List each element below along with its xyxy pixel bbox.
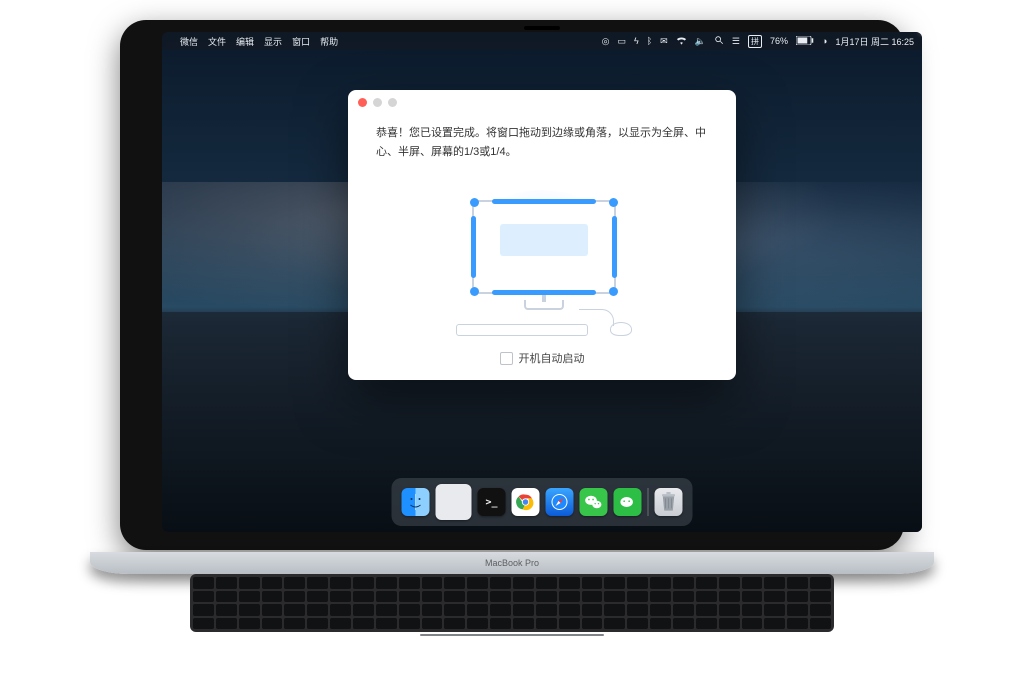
status-wechat-icon[interactable]: ✉ bbox=[660, 36, 668, 47]
mouse-cable-icon bbox=[579, 309, 614, 326]
status-dnd-icon[interactable]: ◑ bbox=[822, 36, 827, 46]
keyboard-icon bbox=[456, 324, 588, 336]
dialog-footer: 开机自动启动 bbox=[348, 350, 736, 366]
menubar: 微信 文件 编辑 显示 窗口 帮助 ◎ ▭ ϟ ᛒ ✉ 🔈 bbox=[162, 32, 922, 50]
screen-bezel: 微信 文件 编辑 显示 窗口 帮助 ◎ ▭ ϟ ᛒ ✉ 🔈 bbox=[120, 20, 904, 550]
status-tray-icon[interactable]: ▭ bbox=[617, 36, 626, 47]
setup-complete-dialog: 恭喜！您已设置完成。将窗口拖动到边缘或角落，以显示为全屏、中心、半屏、屏幕的1/… bbox=[348, 90, 736, 380]
minimize-button[interactable] bbox=[373, 98, 382, 107]
menu-edit[interactable]: 编辑 bbox=[236, 35, 254, 48]
autostart-label: 开机自动启动 bbox=[519, 350, 585, 366]
menu-file[interactable]: 文件 bbox=[208, 35, 226, 48]
window-traffic-lights bbox=[358, 98, 397, 107]
camera-notch bbox=[524, 26, 560, 30]
physical-keyboard bbox=[190, 574, 834, 632]
status-siri-icon[interactable]: ◎ bbox=[602, 36, 610, 47]
status-search-icon[interactable] bbox=[714, 35, 724, 47]
physical-trackpad bbox=[420, 634, 604, 636]
zoom-button[interactable] bbox=[388, 98, 397, 107]
laptop-base: MacBook Pro bbox=[90, 538, 934, 648]
dock-chrome-icon[interactable] bbox=[512, 488, 540, 516]
dock-safari-icon[interactable] bbox=[546, 488, 574, 516]
menu-window[interactable]: 窗口 bbox=[292, 35, 310, 48]
status-datetime[interactable]: 1月17日 周二 16:25 bbox=[835, 35, 914, 48]
monitor-icon bbox=[472, 200, 616, 294]
dialog-message: 恭喜！您已设置完成。将窗口拖动到边缘或角落，以显示为全屏、中心、半屏、屏幕的1/… bbox=[376, 124, 708, 161]
dock-terminal-icon[interactable]: >_ bbox=[478, 488, 506, 516]
dock-trash-icon[interactable] bbox=[655, 488, 683, 516]
dock-launchpad-icon[interactable] bbox=[436, 484, 472, 520]
dialog-illustration bbox=[348, 186, 736, 336]
laptop-model-label: MacBook Pro bbox=[90, 552, 934, 574]
status-control-center-icon[interactable]: ☰ bbox=[732, 36, 740, 47]
status-wifi-icon[interactable] bbox=[676, 36, 687, 47]
menu-help[interactable]: 帮助 bbox=[320, 35, 338, 48]
desktop-screen: 微信 文件 编辑 显示 窗口 帮助 ◎ ▭ ϟ ᛒ ✉ 🔈 bbox=[162, 32, 922, 532]
status-input-method[interactable]: 拼 bbox=[748, 35, 762, 48]
status-battery-icon[interactable] bbox=[796, 36, 814, 47]
close-button[interactable] bbox=[358, 98, 367, 107]
dock-separator bbox=[648, 488, 649, 516]
dock-wechat-work-icon[interactable] bbox=[614, 488, 642, 516]
status-battery-percent[interactable]: 76% bbox=[770, 36, 788, 46]
autostart-checkbox[interactable] bbox=[500, 352, 513, 365]
dock-wechat-icon[interactable] bbox=[580, 488, 608, 516]
mouse-icon bbox=[610, 322, 632, 336]
status-bolt-icon[interactable]: ϟ bbox=[634, 36, 639, 46]
laptop-frame: 微信 文件 编辑 显示 窗口 帮助 ◎ ▭ ϟ ᛒ ✉ 🔈 bbox=[90, 20, 934, 660]
dock-finder-icon[interactable] bbox=[402, 488, 430, 516]
menu-app[interactable]: 微信 bbox=[180, 35, 198, 48]
menu-view[interactable]: 显示 bbox=[264, 35, 282, 48]
status-bluetooth-icon[interactable]: ᛒ bbox=[647, 36, 652, 46]
status-volume-icon[interactable]: 🔈 bbox=[695, 36, 706, 47]
dock: >_ bbox=[392, 478, 693, 526]
